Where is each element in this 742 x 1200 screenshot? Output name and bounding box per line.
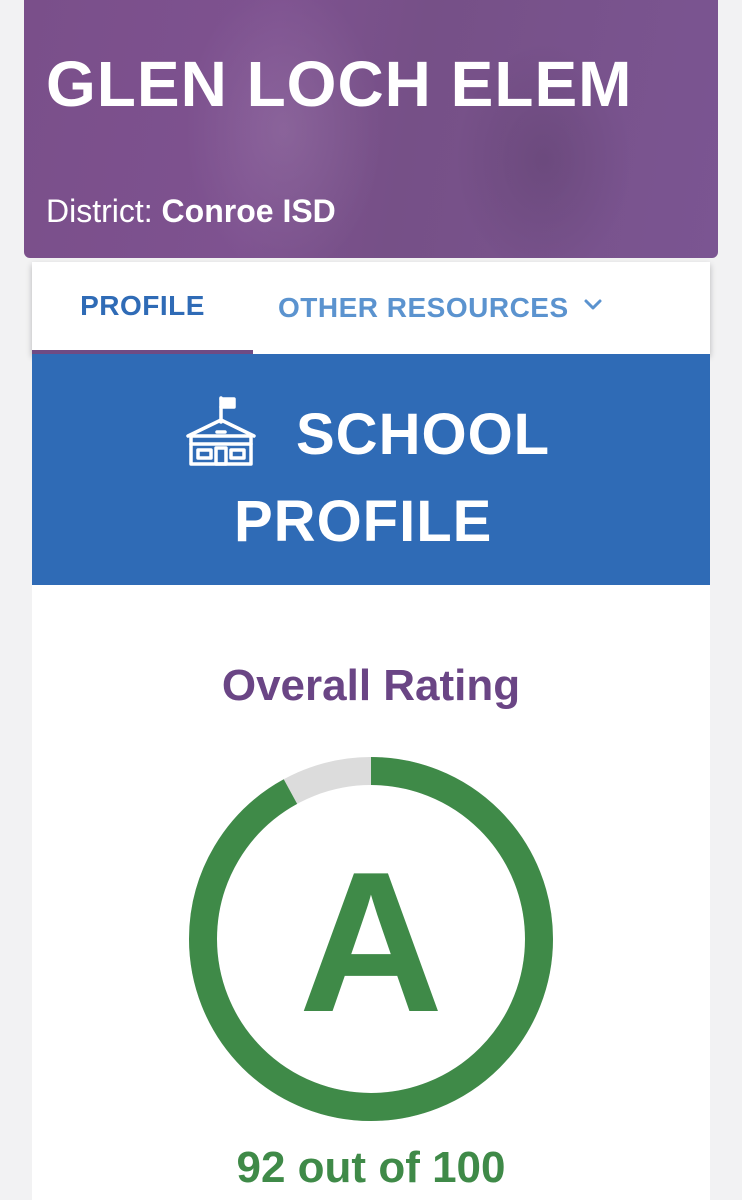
- score-text: 92 out of 100: [236, 1143, 506, 1192]
- banner-title-line1: SCHOOL: [296, 402, 551, 467]
- tab-profile[interactable]: PROFILE: [32, 262, 253, 354]
- rating-gauge: A: [187, 755, 555, 1128]
- district-label: District:: [46, 193, 153, 229]
- school-name: GLEN LOCH ELEM: [46, 48, 633, 120]
- banner-title-line2: PROFILE: [234, 489, 493, 554]
- overall-rating-label: Overall Rating: [221, 661, 521, 710]
- school-header: GLEN LOCH ELEM District: Conroe ISD: [24, 0, 718, 258]
- rating-card: Overall Rating A 92 out of 100: [32, 585, 710, 1200]
- tab-other-resources[interactable]: OTHER RESOURCES: [278, 262, 603, 354]
- school-profile-banner: SCHOOL PROFILE: [32, 354, 710, 585]
- tab-bar: PROFILE OTHER RESOURCES: [32, 262, 710, 354]
- school-building-icon: [184, 396, 258, 473]
- district-name: Conroe ISD: [161, 193, 336, 229]
- tab-other-resources-label: OTHER RESOURCES: [278, 292, 569, 323]
- tab-profile-label: PROFILE: [80, 290, 205, 321]
- chevron-down-icon: [583, 287, 603, 319]
- grade-letter: A: [299, 831, 443, 1054]
- district-line: District: Conroe ISD: [46, 193, 336, 230]
